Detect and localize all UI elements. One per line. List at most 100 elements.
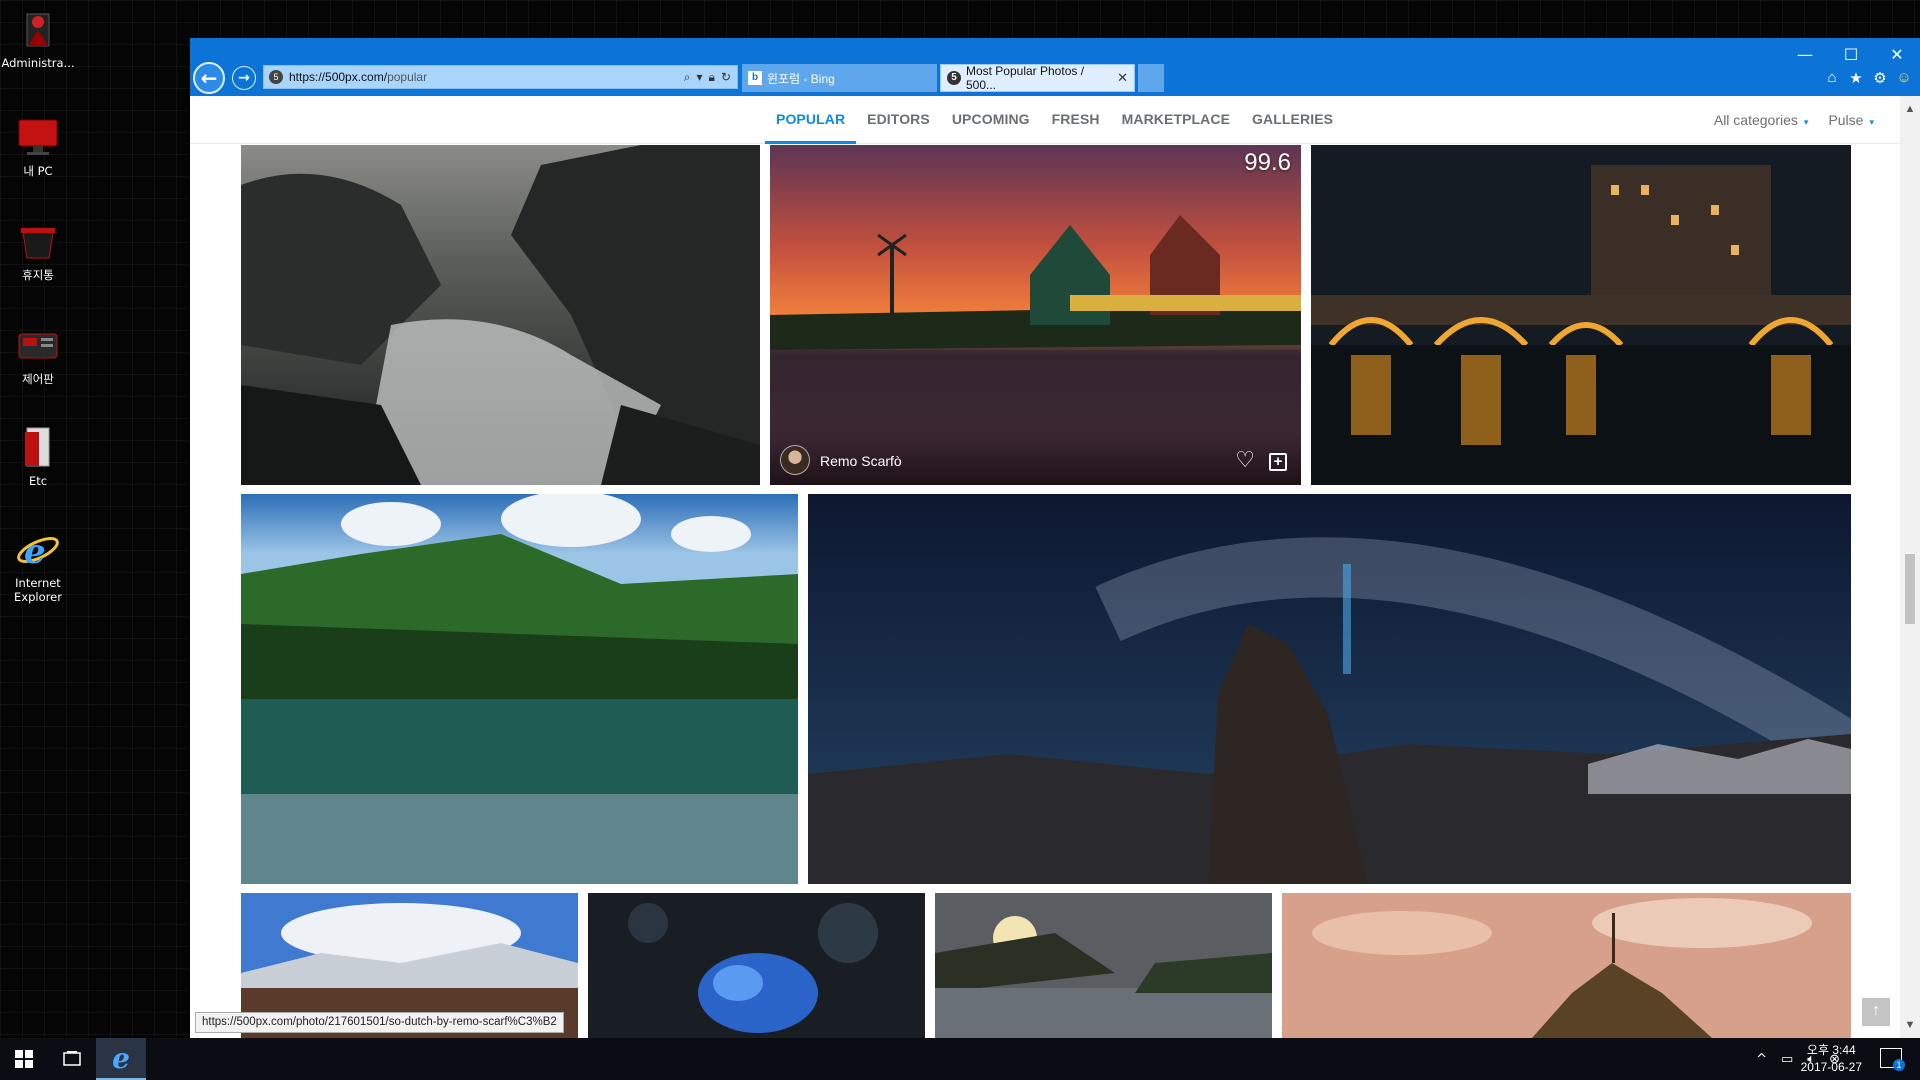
scrollbar-thumb[interactable] [1905,554,1915,624]
address-tools: ⌕ ▾ 🔒︎ ↻ [684,70,737,85]
lock-icon[interactable]: 🔒︎ [709,70,715,85]
scrollbar[interactable]: ▲ ▼ [1900,96,1920,1038]
arrow-up-icon: ↑ [1872,1002,1880,1019]
chevron-down-icon: ▾ [1869,117,1874,127]
back-to-top-button[interactable]: ↑ [1862,998,1890,1026]
forward-button[interactable]: → [232,66,256,90]
sort-filter-label: Pulse [1828,112,1864,128]
user-folder-icon [15,6,61,52]
photo-mont-saint-michel[interactable] [1282,893,1851,1038]
window-controls: — ☐ ✕ [1782,44,1920,68]
browser-window: — ☐ ✕ ← → 5 https://500px.com/popular ⌕ … [190,38,1920,1038]
tab-upcoming[interactable]: UPCOMING [941,96,1041,144]
url-host: https://500px.com/ [289,70,388,84]
tab-galleries[interactable]: GALLERIES [1241,96,1344,144]
photo-score: 99.6 [1244,149,1291,176]
desktop-icon-label: 휴지통 [22,268,54,282]
author-name[interactable]: Remo Scarfò [820,453,902,469]
back-button[interactable]: ← [193,62,225,94]
photo-image [808,494,1851,884]
desktop-icon-label: 제어판 [22,372,54,386]
tab-editors[interactable]: EDITORS [856,96,941,144]
internet-explorer-icon: e [112,1041,130,1075]
tab-500px[interactable]: 5 Most Popular Photos / 500... ✕ [940,64,1135,92]
tab-popular[interactable]: POPULAR [765,96,857,144]
svg-text:e: e [24,532,46,572]
internet-explorer-icon: e [15,526,61,572]
filters: All categories ▾ Pulse ▾ [1714,96,1874,144]
photo-image [241,145,760,485]
category-filter[interactable]: All categories ▾ [1714,112,1809,128]
address-bar[interactable]: 5 https://500px.com/popular ⌕ ▾ 🔒︎ ↻ [263,65,738,89]
photo-image [1311,145,1851,485]
task-view-icon [63,1051,81,1066]
home-icon[interactable]: ⌂ [1824,69,1840,87]
desktop-icon-label: Etc [28,474,48,488]
new-tab-button[interactable] [1138,64,1164,92]
photo-sunrise-lake[interactable] [935,893,1272,1038]
desktop-icon-recycle-bin[interactable]: 휴지통 [0,218,76,282]
clock[interactable]: 오후 3:44 2017-06-27 [1801,1042,1862,1076]
photo-amsterdam-canal[interactable] [1311,145,1851,485]
tab-title: 윈포럼 - Bing [767,71,835,86]
refresh-icon[interactable]: ↻ [721,70,731,85]
folder-icon [15,424,61,470]
taskbar: e ^ ▭ 🔈︎ ⊗ 오후 3:44 2017-06-27 1 [0,1038,1920,1080]
photo-image [588,893,925,1038]
500px-icon: 5 [947,71,961,85]
url-path: popular [387,70,428,84]
desktop-icon-label: Administra... [1,56,75,70]
desktop-icon-internet-explorer[interactable]: e Internet Explorer [0,526,76,604]
add-to-gallery-icon[interactable]: + [1269,453,1287,471]
photo-image [241,494,798,884]
search-icon[interactable]: ⌕ [684,70,691,85]
back-arrow-icon: ← [200,66,218,90]
heart-icon[interactable]: ♡ [1235,448,1255,473]
desktop-icon-etc[interactable]: Etc [0,424,76,488]
clock-time: 오후 3:44 [1806,1043,1856,1057]
start-button[interactable] [0,1038,48,1080]
photo-sea-rocks[interactable] [241,145,760,485]
settings-gear-icon[interactable]: ⚙ [1872,69,1888,87]
taskbar-internet-explorer[interactable]: e [96,1038,146,1080]
photo-blue-flower[interactable] [588,893,925,1038]
photo-mountain-lake[interactable] [241,494,798,884]
photo-dutch-sunset[interactable]: 99.6 Remo Scarfò ♡ + [770,145,1301,485]
action-center-button[interactable]: 1 [1880,1048,1905,1071]
category-filter-label: All categories [1713,112,1798,128]
favorites-star-icon[interactable]: ★ [1848,69,1864,87]
recycle-bin-icon [15,218,61,264]
desktop-icon-administrator[interactable]: Administra... [0,6,76,70]
tab-bing[interactable]: b 윈포럼 - Bing [742,64,937,92]
nav-tabs: POPULAR EDITORS UPCOMING FRESH MARKETPLACE GA… [765,96,1344,144]
desktop-icon-label: Internet Explorer [14,576,62,604]
status-bar-url: https://500px.com/photo/217601501/so-dut… [195,1012,564,1033]
tab-title: Most Popular Photos / 500... [965,64,1085,92]
maximize-button[interactable]: ☐ [1828,44,1874,68]
chevron-down-icon[interactable]: ▼ [1900,1016,1920,1034]
network-icon[interactable]: ▭ [1781,1052,1793,1067]
notification-count: 1 [1893,1059,1905,1071]
control-panel-icon [15,322,61,368]
minimize-button[interactable]: — [1782,44,1828,68]
tab-marketplace[interactable]: MARKETPLACE [1111,96,1241,144]
photo-image [935,893,1272,1038]
dropdown-icon[interactable]: ▾ [697,70,703,85]
desktop-icon-label: 내 PC [23,164,53,178]
feedback-smiley-icon[interactable]: ☺ [1896,69,1912,87]
task-view-button[interactable] [48,1038,96,1080]
avatar[interactable] [780,445,810,475]
chevron-down-icon: ▾ [1803,117,1809,127]
close-button[interactable]: ✕ [1874,44,1920,68]
show-hidden-icons-icon[interactable]: ^ [1756,1052,1767,1067]
bing-icon: b [748,71,762,85]
tab-close-icon[interactable]: ✕ [1117,70,1128,86]
browser-toolbar: ⌂ ★ ⚙ ☺ [1824,69,1912,87]
chevron-up-icon[interactable]: ▲ [1900,100,1920,118]
tab-fresh[interactable]: FRESH [1041,96,1111,144]
sort-filter[interactable]: Pulse ▾ [1828,112,1874,128]
desktop-icon-my-pc[interactable]: 내 PC [0,114,76,178]
desktop-icon-control-panel[interactable]: 제어판 [0,322,76,386]
photo-footer: Remo Scarfò ♡ + [770,433,1301,485]
photo-milky-way[interactable] [808,494,1851,884]
